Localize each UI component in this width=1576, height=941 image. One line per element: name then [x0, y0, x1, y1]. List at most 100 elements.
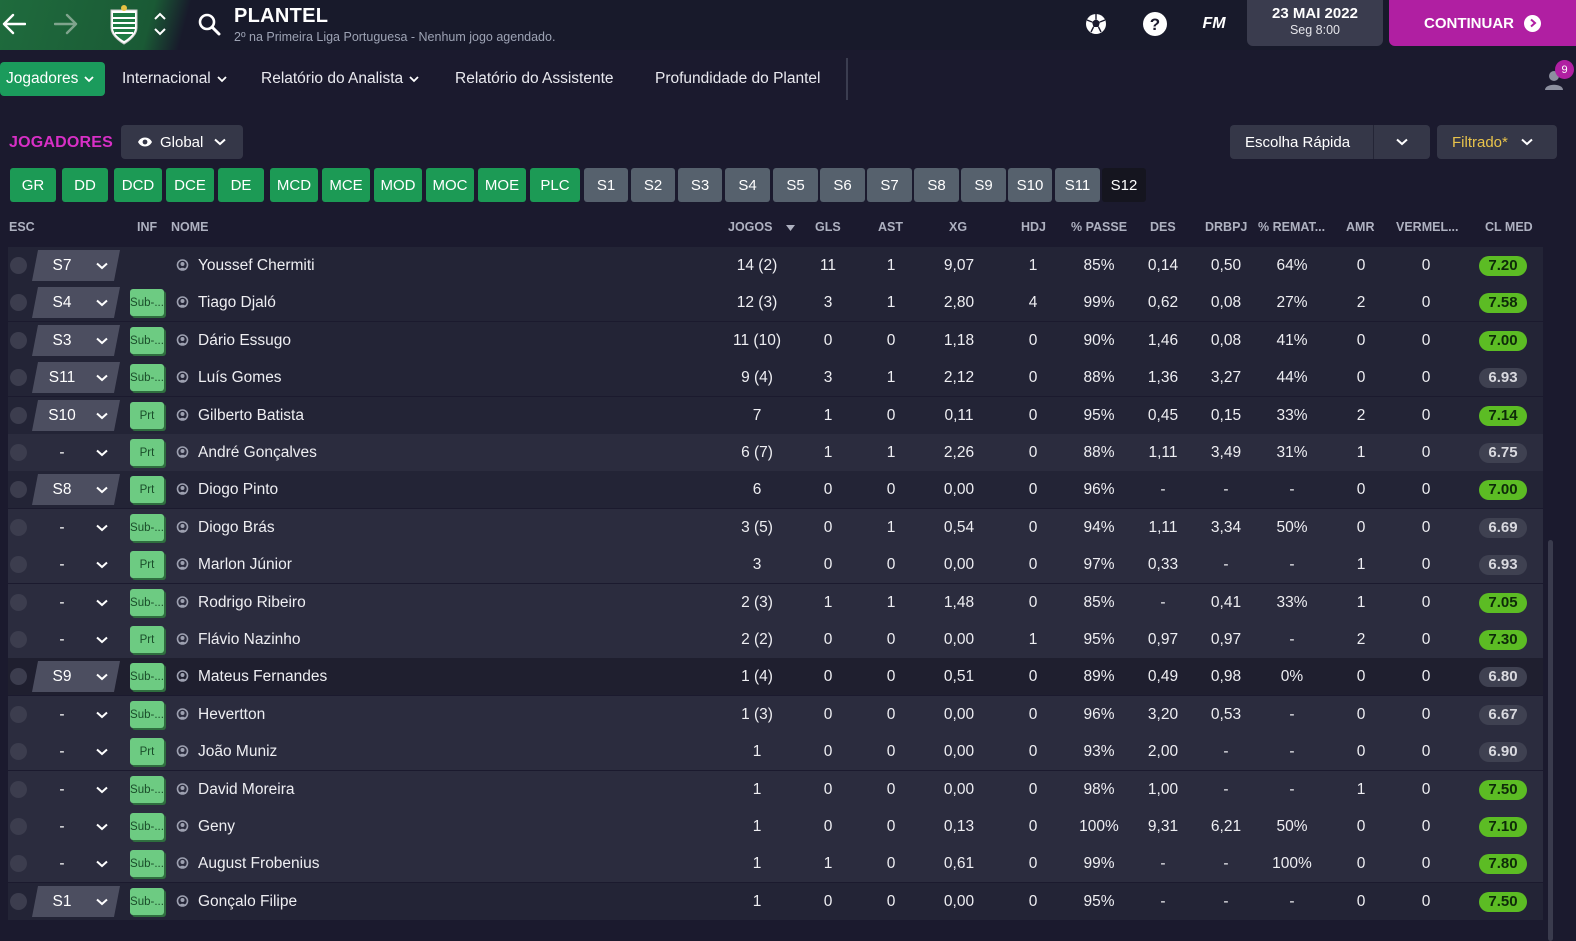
player-name-cell[interactable]: André Gonçalves — [176, 434, 317, 471]
selection-dropdown[interactable]: - — [32, 437, 120, 468]
club-crest-icon[interactable] — [106, 4, 142, 46]
col-header-xg[interactable]: XG — [949, 220, 967, 234]
player-row[interactable]: - Sub-... Hevertton 1 (3) 0 0 0,00 0 96% 3,20 0,53… — [8, 696, 1543, 733]
select-checkbox[interactable] — [10, 893, 27, 910]
player-name-cell[interactable]: Gilberto Batista — [176, 397, 304, 434]
info-badge[interactable]: Sub-... — [130, 701, 164, 728]
select-checkbox[interactable] — [10, 407, 27, 424]
search-icon[interactable] — [196, 10, 222, 38]
player-name-cell[interactable]: Flávio Nazinho — [176, 621, 301, 658]
select-checkbox[interactable] — [10, 631, 27, 648]
info-badge[interactable]: Sub-... — [130, 589, 164, 616]
select-checkbox[interactable] — [10, 818, 27, 835]
selection-chip-s9[interactable]: S9 — [961, 168, 1006, 202]
position-chip-dcd[interactable]: DCD — [114, 168, 162, 202]
selection-chip-s5[interactable]: S5 — [773, 168, 818, 202]
player-row[interactable]: - Prt João Muniz 1 0 0 0,00 0 93% 2,00 - - 0 0 6.90 — [8, 733, 1543, 770]
col-header-des[interactable]: DES — [1150, 220, 1176, 234]
view-select[interactable]: Global — [121, 125, 243, 159]
player-name-cell[interactable]: Dário Essugo — [176, 322, 291, 359]
selection-chip-s3[interactable]: S3 — [678, 168, 722, 202]
continue-button[interactable]: CONTINUAR — [1389, 0, 1576, 46]
position-chip-de[interactable]: DE — [218, 168, 264, 202]
player-name-cell[interactable]: João Muniz — [176, 733, 277, 770]
notifications-button[interactable]: 9 — [1540, 60, 1576, 90]
player-name-cell[interactable]: Diogo Brás — [176, 509, 275, 546]
selection-dropdown[interactable]: S3 — [32, 325, 120, 356]
chevron-down-icon[interactable] — [1374, 138, 1430, 146]
fm-menu-button[interactable]: FM — [1196, 12, 1232, 36]
select-checkbox[interactable] — [10, 781, 27, 798]
col-header-amr[interactable]: AMR — [1346, 220, 1374, 234]
info-badge[interactable]: Sub-... — [130, 776, 164, 803]
info-badge[interactable]: Sub-... — [130, 289, 164, 316]
position-chip-mod[interactable]: MOD — [374, 168, 422, 202]
select-checkbox[interactable] — [10, 257, 27, 274]
position-chip-mcd[interactable]: MCD — [270, 168, 318, 202]
selection-dropdown[interactable]: S4 — [32, 287, 120, 318]
player-name-cell[interactable]: Rodrigo Ribeiro — [176, 584, 306, 621]
player-row[interactable]: - Prt Flávio Nazinho 2 (2) 0 0 0,00 1 95% 0,97 0,9… — [8, 621, 1543, 658]
player-name-cell[interactable]: Hevertton — [176, 696, 265, 733]
position-chip-dce[interactable]: DCE — [166, 168, 214, 202]
selection-chip-s2[interactable]: S2 — [631, 168, 675, 202]
player-row[interactable]: S9 Sub-... Mateus Fernandes 1 (4) 0 0 0,51 0 89%… — [8, 658, 1543, 695]
player-name-cell[interactable]: David Moreira — [176, 771, 294, 808]
selection-chip-s11[interactable]: S11 — [1055, 168, 1100, 202]
select-checkbox[interactable] — [10, 668, 27, 685]
selection-dropdown[interactable]: - — [32, 811, 120, 842]
position-chip-moc[interactable]: MOC — [426, 168, 474, 202]
select-checkbox[interactable] — [10, 519, 27, 536]
col-header-drbpj[interactable]: DRBPJ — [1205, 220, 1247, 234]
col-header-passe[interactable]: % PASSE — [1071, 220, 1127, 234]
position-chip-moe[interactable]: MOE — [478, 168, 526, 202]
selection-dropdown[interactable]: - — [32, 624, 120, 655]
select-checkbox[interactable] — [10, 706, 27, 723]
selection-dropdown[interactable]: - — [32, 549, 120, 580]
club-switch-chevrons-icon[interactable] — [150, 6, 170, 42]
nav-tab-relatorio-assistente[interactable]: Relatório do Assistente — [455, 62, 614, 96]
player-row[interactable]: - Prt André Gonçalves 6 (7) 1 1 2,26 0 88% 1,11 3,… — [8, 434, 1543, 471]
info-badge[interactable]: Sub-... — [130, 663, 164, 690]
info-badge[interactable]: Sub-... — [130, 888, 164, 915]
player-name-cell[interactable]: Geny — [176, 808, 235, 845]
selection-dropdown[interactable]: S10 — [32, 400, 120, 431]
player-row[interactable]: S10 Prt Gilberto Batista 7 1 0 0,11 0 95% 0,45 0,1… — [8, 397, 1543, 434]
player-row[interactable]: S4 Sub-... Tiago Djaló 12 (3) 3 1 2,80 4 99% 0,62… — [8, 284, 1543, 321]
info-badge[interactable]: Sub-... — [130, 850, 164, 877]
back-arrow-icon[interactable] — [0, 8, 28, 40]
col-header-esc[interactable]: ESC — [9, 220, 35, 234]
selection-chip-s8[interactable]: S8 — [914, 168, 959, 202]
selection-dropdown[interactable]: S1 — [32, 886, 120, 917]
info-badge[interactable]: Prt — [130, 626, 164, 653]
select-checkbox[interactable] — [10, 743, 27, 760]
player-row[interactable]: S1 Sub-... Gonçalo Filipe 1 0 0 0,00 0 95% - - - 0 0 7… — [8, 883, 1543, 920]
selection-dropdown[interactable]: S7 — [32, 250, 120, 281]
player-row[interactable]: - Sub-... Diogo Brás 3 (5) 0 1 0,54 0 94% 1,11 3,3… — [8, 509, 1543, 546]
selection-dropdown[interactable]: S11 — [32, 362, 120, 393]
selection-dropdown[interactable]: - — [32, 512, 120, 543]
player-row[interactable]: S7 Youssef Chermiti 14 (2) 11 1 9,07 1 85% 0,14 0… — [8, 247, 1543, 284]
info-badge[interactable]: Sub-... — [130, 327, 164, 354]
player-row[interactable]: - Sub-... Rodrigo Ribeiro 2 (3) 1 1 1,48 0 85% - 0… — [8, 584, 1543, 621]
position-chip-dd[interactable]: DD — [62, 168, 108, 202]
position-chip-plc[interactable]: PLC — [530, 168, 580, 202]
col-header-gls[interactable]: GLS — [815, 220, 841, 234]
player-name-cell[interactable]: Mateus Fernandes — [176, 658, 327, 695]
selection-chip-s4[interactable]: S4 — [725, 168, 770, 202]
select-checkbox[interactable] — [10, 855, 27, 872]
selection-dropdown[interactable]: - — [32, 774, 120, 805]
forward-arrow-icon[interactable] — [52, 8, 80, 40]
info-badge[interactable]: Prt — [130, 551, 164, 578]
game-date[interactable]: 23 MAI 2022 Seg 8:00 — [1247, 0, 1383, 46]
select-checkbox[interactable] — [10, 294, 27, 311]
info-badge[interactable]: Prt — [130, 402, 164, 429]
nav-tab-profundidade-plantel[interactable]: Profundidade do Plantel — [655, 62, 820, 96]
player-name-cell[interactable]: Luís Gomes — [176, 359, 282, 396]
player-row[interactable]: S11 Sub-... Luís Gomes 9 (4) 3 1 2,12 0 88% 1,36 3… — [8, 359, 1543, 396]
player-name-cell[interactable]: August Frobenius — [176, 845, 320, 882]
col-header-cl-med[interactable]: CL MED — [1485, 220, 1533, 234]
col-header-nome[interactable]: NOME — [171, 220, 209, 234]
info-badge[interactable]: Prt — [130, 439, 164, 466]
info-badge[interactable]: Sub-... — [130, 364, 164, 391]
